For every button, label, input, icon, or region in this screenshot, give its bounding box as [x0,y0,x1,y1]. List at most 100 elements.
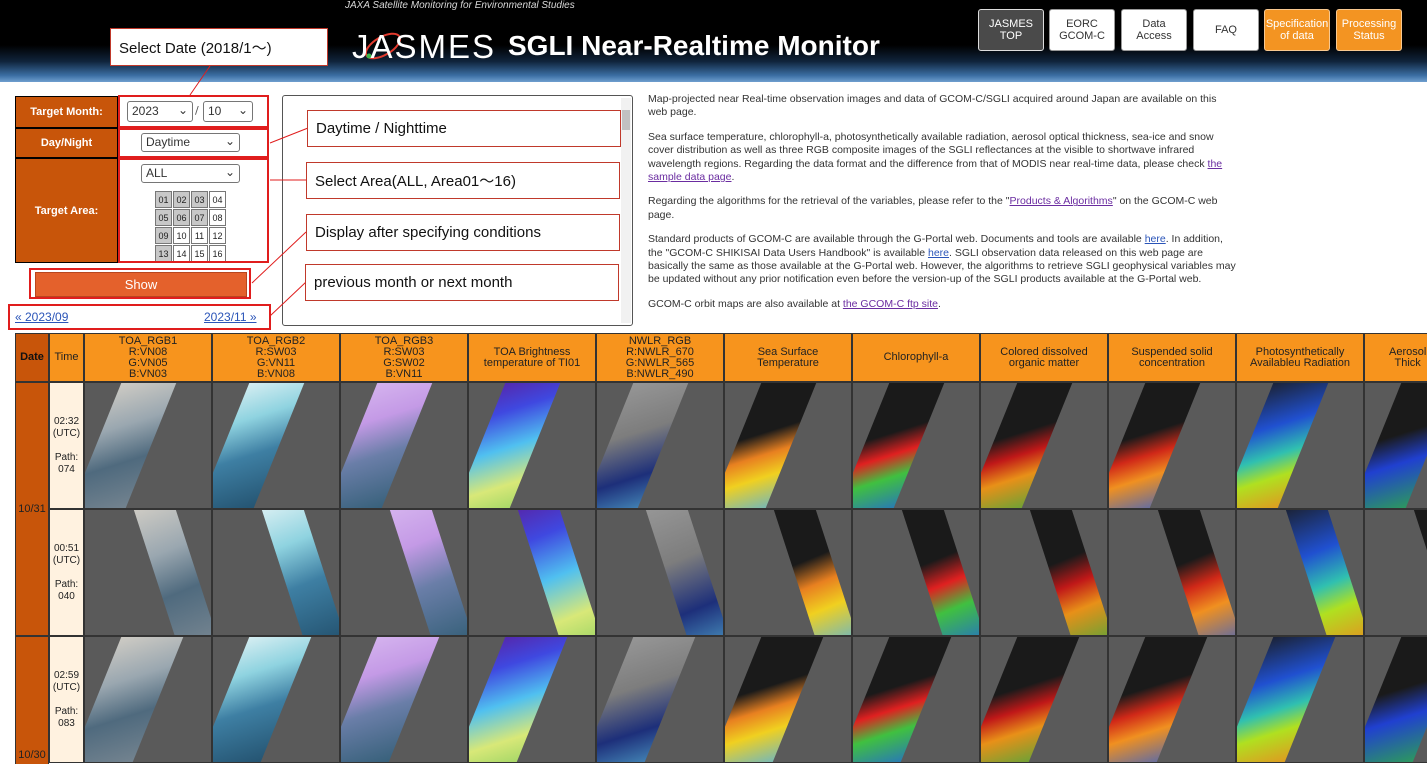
desc-paragraph-2: Sea surface temperature, chlorophyll-a, … [648,131,1238,185]
product-thumbnail[interactable] [340,509,468,636]
satellite-swath [1026,510,1107,635]
panel-scrollbar[interactable] [621,98,631,323]
satellite-swath [898,510,979,635]
desc-paragraph-1: Map-projected near Real-time observation… [648,93,1217,119]
time-column-header: Time [49,333,84,382]
callout-day-night: Daytime / Nighttime [307,110,621,147]
product-thumbnail[interactable] [1236,509,1364,636]
product-thumbnail[interactable] [340,382,468,509]
satellite-swath [1410,510,1427,635]
product-thumbnail[interactable] [724,509,852,636]
product-thumbnail[interactable] [1236,636,1364,763]
annotation-area-box [118,158,269,263]
satellite-swath [514,510,595,635]
satellite-swath [386,510,467,635]
product-thumbnail[interactable] [724,636,852,763]
product-thumbnail[interactable] [1108,382,1236,509]
annotation-daynight-box [118,128,269,158]
product-thumbnail[interactable] [596,509,724,636]
product-thumbnail[interactable] [468,636,596,763]
target-area-label: Target Area: [15,158,118,263]
jasmes-logo[interactable]: JASMES [352,28,496,66]
satellite-swath [597,383,693,508]
nav-specification-button[interactable]: Specification of data [1264,9,1330,51]
callout-prev-next: previous month or next month [305,264,619,301]
product-thumbnail[interactable] [852,382,980,509]
product-thumbnail[interactable] [980,382,1108,509]
product-thumbnail[interactable] [84,509,212,636]
satellite-swath [85,637,188,762]
description: Map-projected near Real-time observation… [648,93,1238,322]
product-thumbnail[interactable] [212,509,340,636]
product-thumbnail[interactable] [1236,382,1364,509]
product-thumbnail[interactable] [1364,382,1427,509]
product-column-header: Colored dissolved organic matter [980,333,1108,382]
nav-processing-status-button[interactable]: Processing Status [1336,9,1402,51]
satellite-swath [1237,637,1340,762]
satellite-swath [770,510,851,635]
product-column-header: Suspended solid concentration [1108,333,1236,382]
documents-here-link[interactable]: here [1145,233,1166,245]
satellite-swath [1109,383,1205,508]
satellite-swath [213,383,309,508]
day-night-label: Day/Night [15,128,118,158]
product-thumbnail[interactable] [84,382,212,509]
product-thumbnail[interactable] [1364,636,1427,763]
desc-text: . [731,171,735,184]
product-thumbnail[interactable] [596,382,724,509]
ftp-site-link[interactable]: the GCOM-C ftp site [843,298,938,310]
nav-eorc-gcomc-button[interactable]: EORC GCOM-C [1049,9,1115,51]
product-thumbnail[interactable] [1108,509,1236,636]
satellite-swath [258,510,339,635]
annotation-show-box [29,268,251,299]
product-column-header: Aerosol Thick [1364,333,1427,382]
product-thumbnail[interactable] [340,636,468,763]
product-thumbnail[interactable] [1108,636,1236,763]
callout-select-date: Select Date (2018/1～) [110,28,328,66]
handbook-here-link[interactable]: here [928,247,949,259]
product-thumbnail[interactable] [212,382,340,509]
product-thumbnail[interactable] [84,636,212,763]
product-thumbnail[interactable] [596,636,724,763]
product-thumbnail[interactable] [724,382,852,509]
product-column-header: Sea Surface Temperature [724,333,852,382]
product-thumbnail[interactable] [212,636,340,763]
product-thumbnail[interactable] [1364,509,1427,636]
product-column-header: Photosynthetically Availableu Radiation [1236,333,1364,382]
time-cell: 00:51 (UTC) Path: 040 [49,509,84,636]
desc-text: Regarding the algorithms for the retriev… [648,195,1010,208]
date-cell-1030: 10/30 [15,636,49,764]
product-thumbnail[interactable] [468,382,596,509]
satellite-swath [469,637,572,762]
satellite-swath [1154,510,1235,635]
satellite-swath [130,510,211,635]
date-cell-1031: 10/31 [15,382,49,636]
satellite-swath [642,510,723,635]
tagline: JAXA Satellite Monitoring for Environmen… [345,0,575,11]
satellite-swath [85,383,181,508]
satellite-swath [213,637,316,762]
product-column-header: TOA_RGB3 R:SW03 G:SW02 B:VN11 [340,333,468,382]
time-cell: 02:59 (UTC) Path: 083 [49,636,84,763]
product-thumbnail[interactable] [852,509,980,636]
nav-faq-button[interactable]: FAQ [1193,9,1259,51]
satellite-swath [1237,383,1333,508]
panel-scrollbar-thumb[interactable] [622,110,630,130]
product-thumbnail[interactable] [980,636,1108,763]
product-thumbnail[interactable] [468,509,596,636]
desc-text: GCOM-C orbit maps are also available at [648,297,843,310]
desc-text: Standard products of GCOM-C are availabl… [648,233,1145,246]
callout-display: Display after specifying conditions [306,214,620,251]
satellite-swath [1365,637,1427,762]
product-thumbnail[interactable] [980,509,1108,636]
time-cell: 02:32 (UTC) Path: 074 [49,382,84,509]
product-thumbnail[interactable] [852,636,980,763]
products-algorithms-link[interactable]: Products & Algorithms [1010,195,1113,207]
date-column-header: Date [15,333,49,382]
satellite-swath [725,383,821,508]
satellite-swath [853,383,949,508]
nav-data-access-button[interactable]: Data Access [1121,9,1187,51]
satellite-swath [341,637,444,762]
nav-jasmes-top-button[interactable]: JASMES TOP [978,9,1044,51]
product-column-header: Chlorophyll-a [852,333,980,382]
